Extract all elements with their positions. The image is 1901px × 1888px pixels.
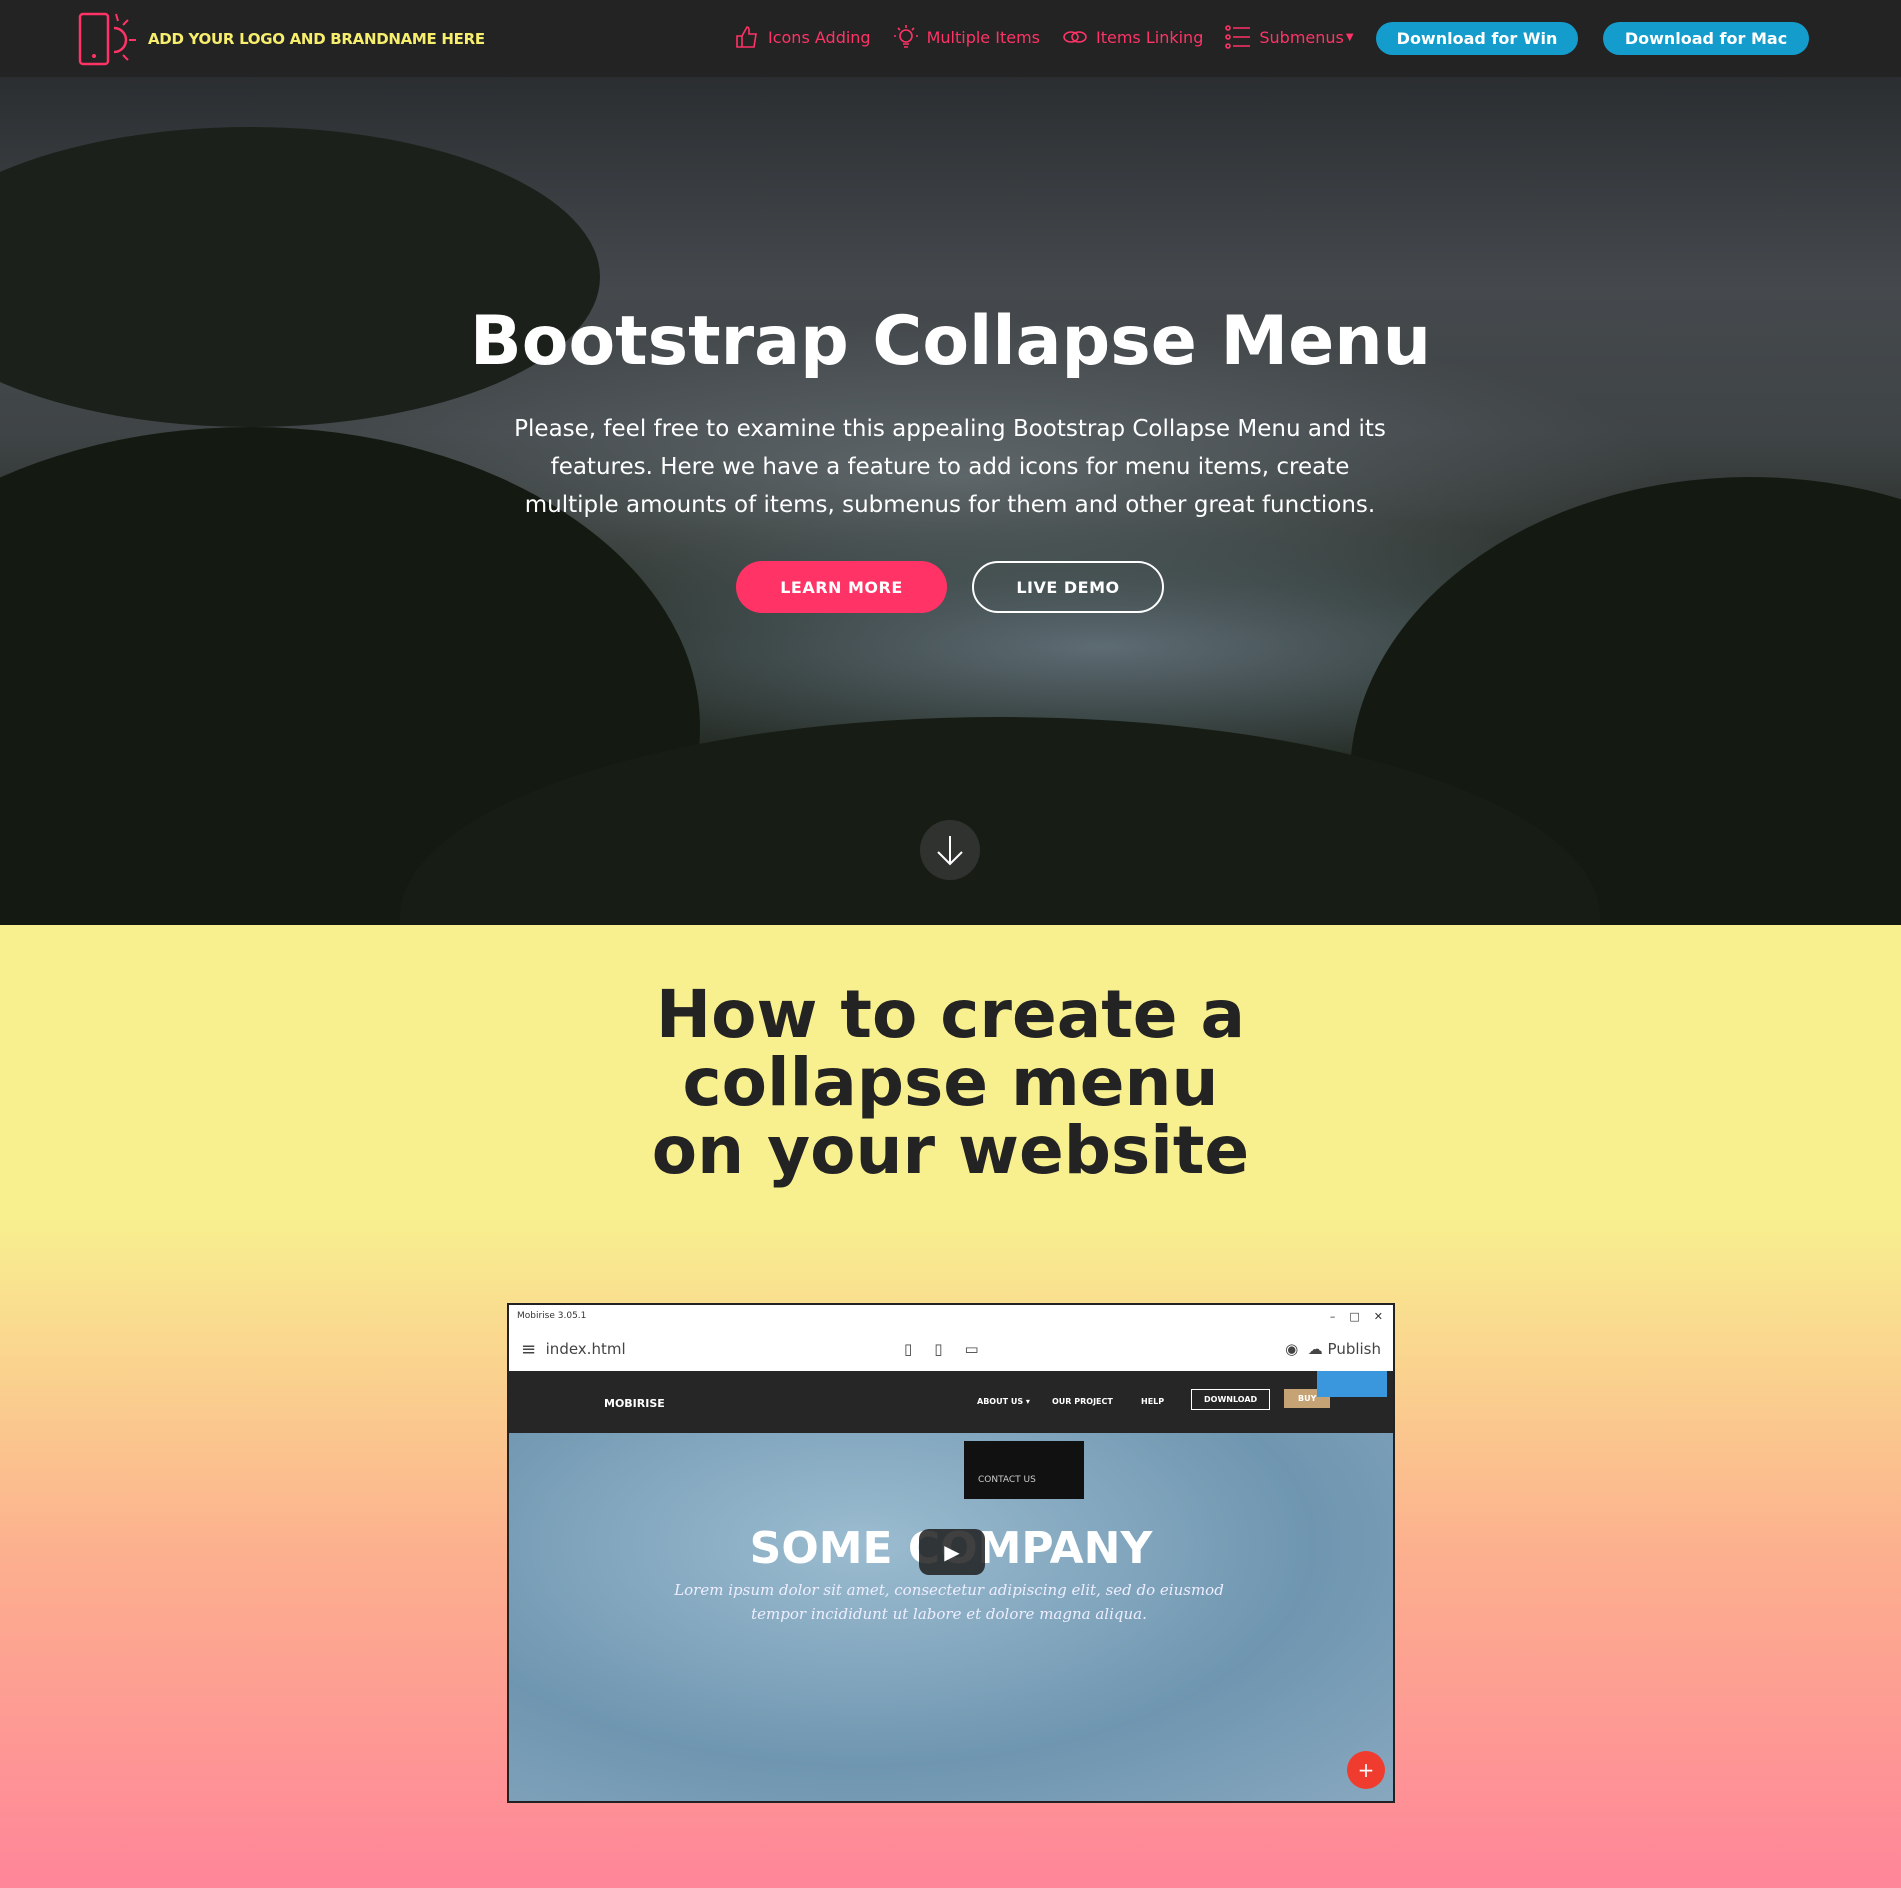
add-block-button: + xyxy=(1347,1751,1385,1789)
nav-submenus[interactable]: Submenus ▼ xyxy=(1225,24,1354,50)
nav-icons-adding[interactable]: Icons Adding xyxy=(734,24,871,50)
window-controls: – □ ✕ xyxy=(1329,1309,1383,1323)
inner-hero: CONTACT US SOME COMPANY Lorem ipsum dolo… xyxy=(509,1433,1393,1801)
learn-more-button[interactable]: LEARN MORE xyxy=(736,561,947,613)
phone-sun-logo-icon xyxy=(78,12,136,66)
play-button[interactable]: ▶ xyxy=(919,1529,985,1575)
brand[interactable]: ADD YOUR LOGO AND BRANDNAME HERE xyxy=(78,12,485,66)
how-to-section: How to create a collapse menu on your we… xyxy=(0,925,1901,1888)
download-mac-button[interactable]: Download for Mac xyxy=(1603,22,1809,55)
hero-text: Please, feel free to examine this appeal… xyxy=(514,416,1386,518)
nav-label: Icons Adding xyxy=(768,27,871,47)
nav-label: Items Linking xyxy=(1096,27,1204,47)
nav-multiple-items[interactable]: Multiple Items xyxy=(893,24,1040,50)
publish-label: Publish xyxy=(1327,1340,1381,1358)
window-titlebar: Mobirise 3.05.1 – □ ✕ xyxy=(509,1305,1393,1327)
lightbulb-icon xyxy=(893,25,918,48)
list-icon xyxy=(1225,25,1251,49)
nav-items-linking[interactable]: Items Linking xyxy=(1062,24,1203,50)
inner-download: DOWNLOAD xyxy=(1191,1389,1271,1410)
caret-down-icon: ▼ xyxy=(1345,31,1354,43)
hero-title: Bootstrap Collapse Menu xyxy=(469,302,1432,381)
hero: Bootstrap Collapse Menu Please, feel fre… xyxy=(0,77,1901,925)
eye-icon: ◉ ☁ xyxy=(1285,1340,1323,1358)
window-title: Mobirise 3.05.1 xyxy=(517,1311,587,1321)
device-icons: ▯▯▭ xyxy=(904,1340,1001,1358)
inner-menu: HELP xyxy=(1141,1397,1165,1406)
live-demo-button[interactable]: LIVE DEMO xyxy=(972,561,1164,613)
editor-toolbar: ≡ index.html ▯▯▭ ◉ ☁ Publish xyxy=(509,1327,1393,1371)
video-player[interactable]: Mobirise 3.05.1 – □ ✕ ≡ index.html ▯▯▭ ◉ … xyxy=(507,1303,1395,1803)
inner-brand: MOBIRISE xyxy=(604,1397,665,1410)
tree-foliage xyxy=(0,127,600,427)
inner-navbar: MOBIRISE ABOUT US ▾ OUR PROJECT HELP DOW… xyxy=(509,1371,1393,1433)
navbar: ADD YOUR LOGO AND BRANDNAME HERE Icons A… xyxy=(0,0,1901,77)
nav-label: Submenus xyxy=(1259,27,1344,47)
nav-label: Multiple Items xyxy=(926,27,1040,47)
block-settings xyxy=(1317,1371,1387,1397)
download-win-button[interactable]: Download for Win xyxy=(1376,22,1578,55)
section-title: How to create a collapse menu on your we… xyxy=(651,976,1250,1189)
inner-lorem: Lorem ipsum dolor sit amet, consectetur … xyxy=(674,1581,1224,1623)
scroll-down-button[interactable] xyxy=(920,820,980,880)
link-icon xyxy=(1063,31,1087,43)
menu-icon: ≡ xyxy=(521,1338,537,1360)
thumbs-up-icon xyxy=(736,26,757,48)
inner-menu: ABOUT US ▾ xyxy=(977,1397,1030,1406)
brand-name: ADD YOUR LOGO AND BRANDNAME HERE xyxy=(148,30,485,48)
arrow-down-icon xyxy=(937,836,963,866)
inner-menu: OUR PROJECT xyxy=(1052,1397,1113,1406)
file-name: index.html xyxy=(545,1340,626,1358)
inner-contact: CONTACT US xyxy=(964,1441,1084,1499)
